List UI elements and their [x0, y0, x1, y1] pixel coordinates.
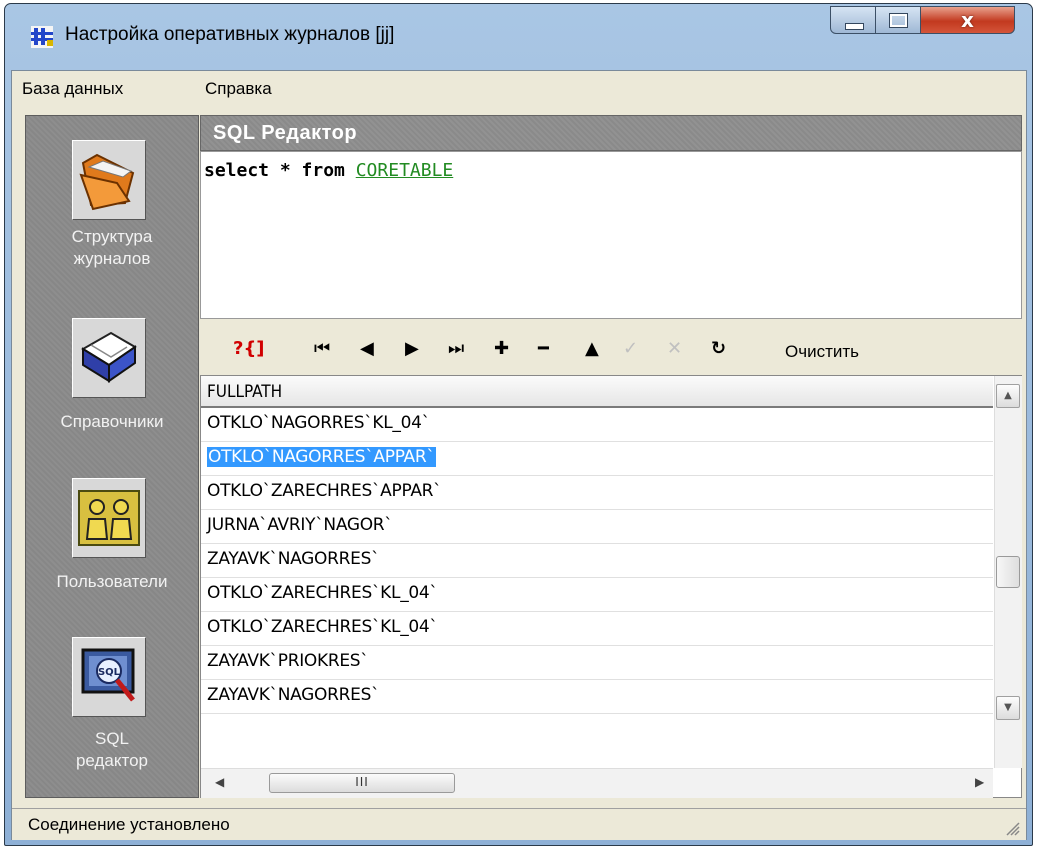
table-row[interactable]: OTKLO`ZARECHRES`KL_04`	[201, 612, 993, 646]
insert-record-icon[interactable]: ✚	[494, 339, 509, 359]
scroll-right-icon[interactable]: ▶	[975, 775, 984, 789]
status-text: Соединение установлено	[28, 815, 230, 834]
app-window: Настройка оперативных журналов [jj] x Ба…	[4, 3, 1033, 846]
users-button[interactable]	[72, 478, 146, 558]
users-icon	[78, 490, 140, 546]
grid-header: FULLPATH	[201, 376, 993, 408]
navigation-panel: Структура журналов Справочники Пользоват…	[25, 115, 199, 798]
directories-button[interactable]	[72, 318, 146, 398]
minimize-icon	[845, 23, 864, 30]
book-icon	[81, 331, 137, 383]
horizontal-scrollbar[interactable]: ◀ III ▶	[201, 768, 993, 798]
menu-help[interactable]: Справка	[205, 79, 272, 99]
vertical-scroll-thumb[interactable]	[996, 556, 1020, 588]
table-row-selected[interactable]: OTKLO`NAGORRES`APPAR`	[201, 442, 993, 476]
post-record-icon[interactable]: ✓	[623, 339, 638, 359]
title-bar[interactable]: Настройка оперативных журналов [jj] x	[5, 4, 1032, 64]
results-grid[interactable]: FULLPATH OTKLO`NAGORRES`KL_04` OTKLO`NAG…	[200, 375, 1022, 798]
vertical-scrollbar[interactable]: ▲ ▼	[994, 376, 1022, 768]
app-icon	[31, 26, 53, 48]
table-row[interactable]: ZAYAVK`PRIOKRES`	[201, 646, 993, 680]
table-row[interactable]: ZAYAVK`NAGORRES`	[201, 544, 993, 578]
table-row[interactable]: JURNA`AVRIY`NAGOR`	[201, 510, 993, 544]
journal-structure-label: Структура журналов	[71, 227, 153, 268]
sql-panel-title: SQL Редактор	[213, 122, 358, 144]
scroll-down-icon[interactable]: ▼	[996, 696, 1020, 720]
window-title: Настройка оперативных журналов [jj]	[65, 24, 395, 45]
dataset-toolbar: ?{] ⏮ ◀ ▶ ⏭ ✚ ━ ▲ ✓ ✕ ↻ Очистить	[200, 325, 1022, 375]
sql-query-editor[interactable]: select * from CORETABLE	[200, 151, 1022, 319]
table-row[interactable]: OTKLO`ZARECHRES`KL_04`	[201, 578, 993, 612]
maximize-icon	[889, 13, 908, 28]
sql-panel-header: SQL Редактор	[200, 115, 1022, 151]
table-row[interactable]: OTKLO`ZARECHRES`APPAR`	[201, 476, 993, 510]
sql-editor-label: SQL редактор	[75, 729, 149, 770]
client-area: База данных Справка Структура журналов С…	[11, 70, 1027, 840]
scroll-left-icon[interactable]: ◀	[215, 775, 224, 789]
clear-button[interactable]: Очистить	[785, 342, 859, 362]
table-row[interactable]: ZAYAVK`NAGORRES`	[201, 680, 993, 714]
horizontal-scroll-thumb[interactable]: III	[269, 773, 455, 793]
svg-text:SQL: SQL	[98, 667, 121, 678]
prev-record-icon[interactable]: ◀	[360, 339, 374, 359]
sql-editor-button[interactable]: SQL	[72, 637, 146, 717]
scroll-up-icon[interactable]: ▲	[996, 384, 1020, 408]
menu-database[interactable]: База данных	[22, 79, 123, 99]
directories-label: Справочники	[60, 412, 164, 431]
menu-bar: База данных Справка	[12, 71, 1026, 105]
first-record-icon[interactable]: ⏮	[314, 339, 330, 359]
users-label: Пользователи	[56, 572, 168, 591]
sql-table-name: CORETABLE	[355, 160, 454, 181]
column-header-fullpath[interactable]: FULLPATH	[207, 382, 282, 402]
close-button[interactable]: x	[920, 6, 1015, 34]
cancel-edit-icon[interactable]: ✕	[667, 339, 682, 359]
edit-record-icon[interactable]: ▲	[585, 339, 599, 359]
delete-record-icon[interactable]: ━	[538, 339, 549, 359]
close-icon: x	[961, 8, 974, 32]
folder-icon	[79, 153, 135, 211]
resize-grip-icon[interactable]	[1002, 818, 1020, 836]
next-record-icon[interactable]: ▶	[405, 339, 419, 359]
sql-query-text[interactable]: select * from CORETABLE	[204, 160, 453, 181]
help-icon[interactable]: ?{]	[233, 339, 264, 359]
refresh-icon[interactable]: ↻	[711, 339, 726, 359]
last-record-icon[interactable]: ⏭	[448, 339, 464, 359]
status-bar: Соединение установлено	[12, 808, 1026, 840]
journal-structure-button[interactable]	[72, 140, 146, 220]
table-row[interactable]: OTKLO`NAGORRES`KL_04`	[201, 408, 993, 442]
maximize-button[interactable]	[875, 6, 921, 34]
sql-panel: SQL Редактор select * from CORETABLE ?{]…	[200, 115, 1022, 798]
minimize-button[interactable]	[830, 6, 876, 34]
sql-icon: SQL	[81, 648, 135, 702]
